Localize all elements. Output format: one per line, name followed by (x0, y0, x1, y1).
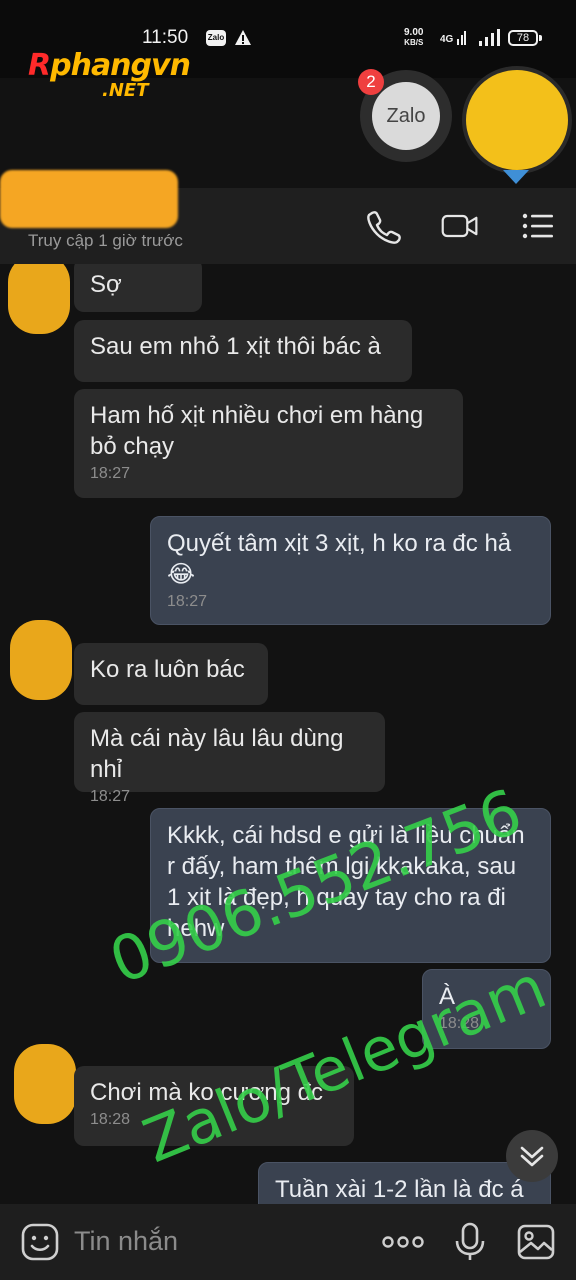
chevrons-down-icon (520, 1146, 544, 1167)
scroll-to-bottom-button[interactable] (506, 1130, 558, 1182)
emoji-icon[interactable] (20, 1222, 60, 1262)
chat-head-pointer (503, 170, 529, 184)
message-bubble[interactable]: Sau em nhỏ 1 xịt thôi bác à (74, 320, 412, 382)
menu-icon[interactable] (518, 208, 558, 244)
unread-badge: 2 (358, 69, 384, 95)
signal-icon (479, 29, 500, 46)
video-icon[interactable] (440, 208, 480, 244)
message-bubble[interactable]: Ko ra luôn bác (74, 643, 268, 705)
avatar[interactable] (14, 1044, 76, 1124)
zalo-logo: Zalo (372, 82, 440, 150)
more-icon[interactable] (380, 1222, 426, 1262)
message-time: 18:27 (167, 593, 208, 610)
message-bubble[interactable]: Sợ (74, 264, 202, 312)
image-icon[interactable] (516, 1222, 556, 1262)
zalo-notification-icon: Zalo (206, 30, 226, 46)
message-bubble[interactable]: Mà cái này lâu lâu dùng nhỉ 18:27 (74, 712, 385, 805)
phone-icon[interactable] (364, 208, 404, 244)
message-time: 18:27 (90, 465, 131, 482)
status-time: 11:50 (142, 27, 189, 48)
brand-logo-suffix: .NET (102, 80, 149, 101)
contact-name-redacted (0, 170, 178, 228)
mic-icon[interactable] (450, 1222, 490, 1262)
avatar[interactable] (10, 620, 72, 700)
message-input[interactable]: Tin nhắn (74, 1226, 178, 1257)
warning-icon (235, 30, 251, 45)
message-bubble[interactable]: Quyết tâm xịt 3 xịt, h ko ra đc hả 😂 18:… (150, 516, 551, 625)
network-4g-icon: 4G (440, 31, 466, 45)
last-seen-status: Truy cập 1 giờ trước (28, 231, 183, 250)
svg-text:4G: 4G (440, 34, 454, 45)
contact-chat-head-avatar[interactable] (466, 70, 568, 170)
battery-indicator: 78 (508, 30, 542, 46)
message-time: 18:27 (90, 788, 131, 805)
brand-logo: Rphangvn (28, 48, 191, 83)
network-speed: 9.00 KB/S (404, 27, 424, 48)
message-bubble[interactable]: Ham hố xịt nhiều chơi em hàng bỏ chạy 18… (74, 389, 463, 498)
avatar[interactable] (8, 264, 70, 334)
